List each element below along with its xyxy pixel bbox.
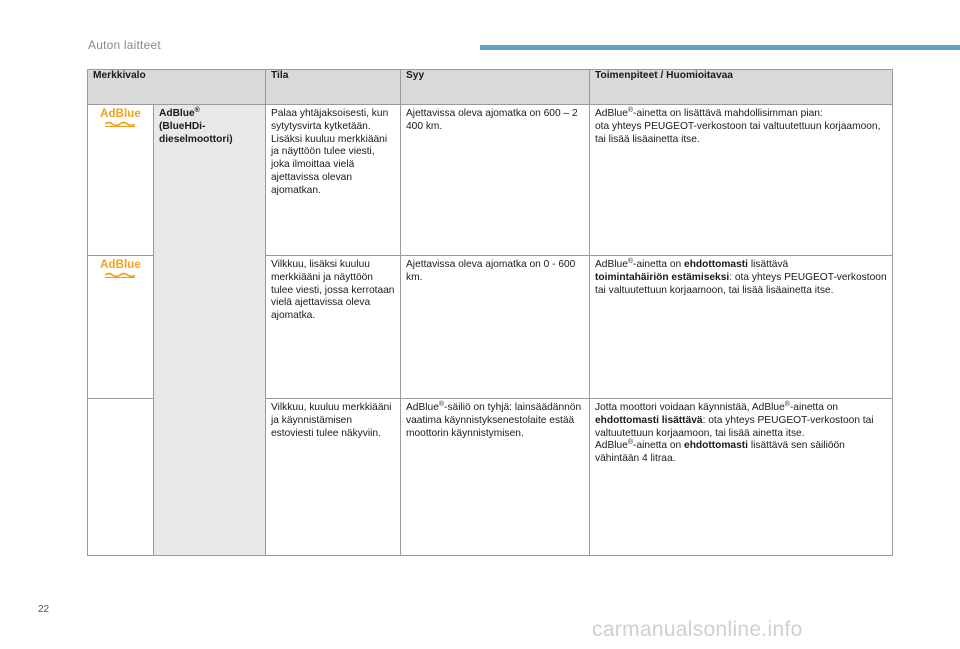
column-header-state: Tila <box>265 69 402 105</box>
adblue-warning-icon: AdBlue <box>100 259 141 278</box>
column-header-warning-light: Merkkivalo <box>86 69 267 105</box>
cause-cell: Ajettavissa oleva ajomatka on 600 – 2 40… <box>400 104 591 256</box>
page-number: 22 <box>38 604 50 615</box>
state-cell: Palaa yhtäjaksoisesti, kun sytytysvirta … <box>265 104 402 256</box>
column-header-action: Toimenpiteet / Huomioitavaa <box>589 69 894 105</box>
column-header-cause: Syy <box>400 69 591 105</box>
wave-icon <box>105 272 136 278</box>
table-header-row: Merkkivalo Tila Syy Toimenpiteet / Huomi… <box>86 69 894 105</box>
warning-light-table: Merkkivalo Tila Syy Toimenpiteet / Huomi… <box>86 69 894 556</box>
table-row: AdBlue AdBlue® (BlueHDi- dieselmoottori)… <box>87 104 894 556</box>
header-accent-bar <box>480 45 960 50</box>
adblue-warning-icon: AdBlue <box>100 108 141 127</box>
action-cell: AdBlue®-ainetta on lisättävä mahdollisim… <box>589 104 894 256</box>
wave-icon <box>105 121 136 127</box>
cause-cell: AdBlue®-säiliö on tyhjä: lainsäädännön v… <box>400 398 591 556</box>
state-cell: Vilkkuu, kuuluu merkkiääni ja käynnistäm… <box>265 398 402 556</box>
watermark: carmanualsonline.info <box>592 618 803 641</box>
icon-cell-empty <box>87 398 154 556</box>
icon-cell: AdBlue <box>87 104 154 256</box>
warning-light-name: AdBlue® (BlueHDi- dieselmoottori) <box>152 104 267 556</box>
adblue-icon-label: AdBlue <box>100 108 141 120</box>
action-cell: Jotta moottori voidaan käynnistää, AdBlu… <box>589 398 894 556</box>
icon-cell: AdBlue <box>87 255 154 399</box>
action-cell: AdBlue®-ainetta on ehdottomasti lisättäv… <box>589 255 894 399</box>
adblue-icon-label: AdBlue <box>100 259 141 271</box>
section-title: Auton laitteet <box>88 38 161 52</box>
state-cell: Vilkkuu, lisäksi kuuluu merkkiääni ja nä… <box>265 255 402 399</box>
cause-cell: Ajettavissa oleva ajomatka on 0 - 600 km… <box>400 255 591 399</box>
